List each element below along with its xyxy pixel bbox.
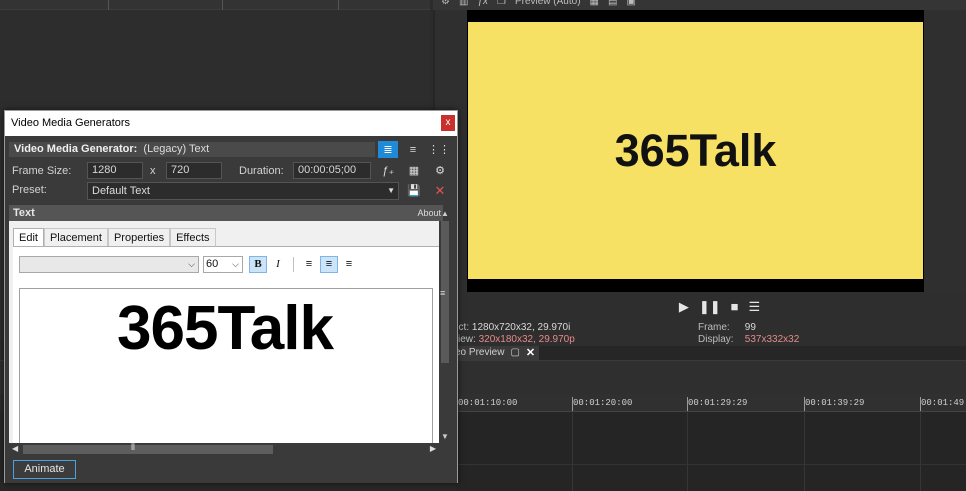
edit-text-content: 365Talk: [117, 294, 334, 363]
copy-icon[interactable]: ❐: [497, 0, 506, 7]
fx-icon[interactable]: ƒ₊: [378, 162, 398, 179]
grip-icon: ⦀: [131, 442, 135, 452]
bold-button[interactable]: B: [249, 255, 267, 273]
italic-button[interactable]: I: [269, 256, 287, 273]
preview-value: 320x180x32, 29.970p: [478, 334, 575, 345]
align-center-icon[interactable]: ≡: [320, 255, 338, 273]
frame-size-label: Frame Size:: [12, 165, 72, 177]
grid-icon[interactable]: ▦: [590, 0, 599, 7]
video-preview-tab[interactable]: eo Preview ▢ ✕: [451, 346, 540, 360]
preview-quality-dropdown[interactable]: Preview (Auto): [515, 0, 581, 7]
font-size-select[interactable]: 60 ⌵: [203, 255, 243, 273]
frame-height-field[interactable]: 720: [166, 162, 222, 179]
preset-dropdown[interactable]: Default Text ▼: [87, 182, 399, 200]
fx-icon[interactable]: ƒx: [477, 0, 488, 7]
gear-icon[interactable]: ⚙: [441, 0, 450, 7]
tab-effects[interactable]: Effects: [170, 228, 216, 246]
panel-title: Text: [13, 207, 35, 219]
vertical-scrollbar[interactable]: ▲ ≡ ▼: [439, 209, 451, 443]
frame-label: Frame:: [698, 322, 730, 333]
menu-icon[interactable]: ☰: [749, 300, 761, 313]
track-header-strip: [0, 0, 430, 10]
transport-controls: ▶ ❚❚ ■ ☰: [433, 292, 966, 320]
preset-label: Preset:: [12, 184, 47, 196]
detail-view-icon[interactable]: ≡: [403, 141, 423, 158]
disk-icon[interactable]: ▣: [626, 0, 635, 7]
chevron-down-icon: ⌵: [232, 258, 239, 269]
format-toolbar: ⌵ 60 ⌵ B I ≡ ≡ ≡: [19, 255, 358, 273]
list-view-icon[interactable]: ≣: [378, 141, 398, 158]
font-size-value: 60: [206, 257, 219, 270]
play-icon[interactable]: ▶: [679, 300, 689, 313]
ruler-label: 00:01:20:00: [573, 398, 633, 408]
dialog-title: Video Media Generators: [5, 111, 457, 136]
hscroll-thumb[interactable]: [23, 445, 273, 454]
duration-field[interactable]: 00:00:05;00: [293, 162, 371, 179]
scroll-right-icon[interactable]: ▶: [430, 444, 436, 453]
save-icon[interactable]: ▤: [608, 0, 617, 7]
calendar-icon[interactable]: ▦: [404, 162, 424, 179]
edit-tab-body: ⌵ 60 ⌵ B I ≡ ≡ ≡ 365Talk: [13, 246, 439, 444]
chevron-down-icon: ⌵: [188, 258, 195, 269]
align-left-icon[interactable]: ≡: [300, 256, 318, 273]
plugin-tabs: Edit Placement Properties Effects: [13, 228, 216, 247]
generator-header: Video Media Generator: (Legacy) Text: [9, 142, 375, 157]
size-x-label: x: [150, 165, 156, 177]
preview-info: ect: 1280x720x32, 29.970i view: 320x180x…: [433, 320, 966, 346]
generator-label: Video Media Generator:: [14, 143, 138, 155]
pause-icon[interactable]: ❚❚: [699, 300, 721, 313]
grid-view-icon[interactable]: ⋮⋮: [428, 141, 450, 158]
horizontal-scrollbar[interactable]: ◀ ⦀ ▶: [9, 442, 439, 456]
preview-toolbar: ⚙ ▥ ƒx ❐ Preview (Auto) ▦ ▤ ▣: [433, 0, 966, 10]
ruler-label: 00:01:39:29: [805, 398, 865, 408]
about-link[interactable]: About: [417, 205, 441, 221]
ruler-label: 00:01:49:2: [921, 398, 966, 408]
split-icon[interactable]: ▥: [459, 0, 468, 7]
text-panel-header: Text About: [9, 205, 443, 221]
duration-label: Duration:: [239, 165, 284, 177]
display-value: 537x332x32: [744, 334, 800, 345]
font-family-select[interactable]: ⌵: [19, 255, 199, 273]
text-edit-area[interactable]: 365Talk: [19, 288, 433, 444]
preview-frame: 365Talk: [468, 22, 923, 279]
chevron-down-icon: ▼: [387, 186, 395, 195]
close-tab-icon[interactable]: ✕: [526, 346, 535, 360]
animate-button[interactable]: Animate: [13, 460, 76, 479]
project-value: 1280x720x32, 29.970i: [471, 322, 571, 333]
docked-tab-strip: eo Preview ▢ ✕: [433, 346, 966, 360]
stop-icon[interactable]: ■: [731, 300, 739, 313]
save-preset-icon[interactable]: 💾: [404, 182, 424, 199]
display-label: Display:: [698, 334, 734, 345]
video-media-generators-dialog: Video Media Generators x Video Media Gen…: [4, 110, 458, 483]
tab-placement[interactable]: Placement: [43, 228, 108, 246]
ruler-label: 00:01:29:29: [688, 398, 748, 408]
frame-width-field[interactable]: 1280: [87, 162, 143, 179]
preset-value: Default Text: [92, 185, 150, 197]
timeline-tracks[interactable]: [456, 412, 966, 491]
delete-preset-icon[interactable]: ✕: [430, 182, 450, 199]
video-preview-tab-label: eo Preview: [455, 347, 505, 358]
dialog-body: Video Media Generator: (Legacy) Text ≣ ≡…: [5, 136, 457, 483]
scroll-left-icon[interactable]: ◀: [12, 444, 18, 453]
tab-edit[interactable]: Edit: [13, 228, 44, 247]
scroll-down-icon[interactable]: ▼: [441, 432, 449, 441]
tab-properties[interactable]: Properties: [107, 228, 171, 246]
preview-frame-text: 365Talk: [614, 124, 777, 176]
timeline-ruler[interactable]: 0 00:01:10:00 00:01:20:00 00:01:29:29 00…: [448, 394, 966, 412]
frame-value: 99: [744, 322, 756, 333]
scroll-up-icon[interactable]: ▲: [441, 209, 449, 218]
undock-icon[interactable]: ▢: [510, 346, 519, 360]
ruler-label: 00:01:10:00: [458, 398, 518, 408]
text-plugin-panel: Edit Placement Properties Effects ⌵ 60 ⌵: [9, 221, 439, 444]
close-button[interactable]: x: [441, 115, 455, 131]
generator-value: (Legacy) Text: [143, 143, 210, 155]
app-window: { "preview_toolbar": { "mode_label": "Pr…: [0, 0, 966, 491]
grip-icon: ≡: [440, 288, 446, 298]
gear-icon[interactable]: ⚙: [430, 162, 450, 179]
align-right-icon[interactable]: ≡: [340, 256, 358, 273]
